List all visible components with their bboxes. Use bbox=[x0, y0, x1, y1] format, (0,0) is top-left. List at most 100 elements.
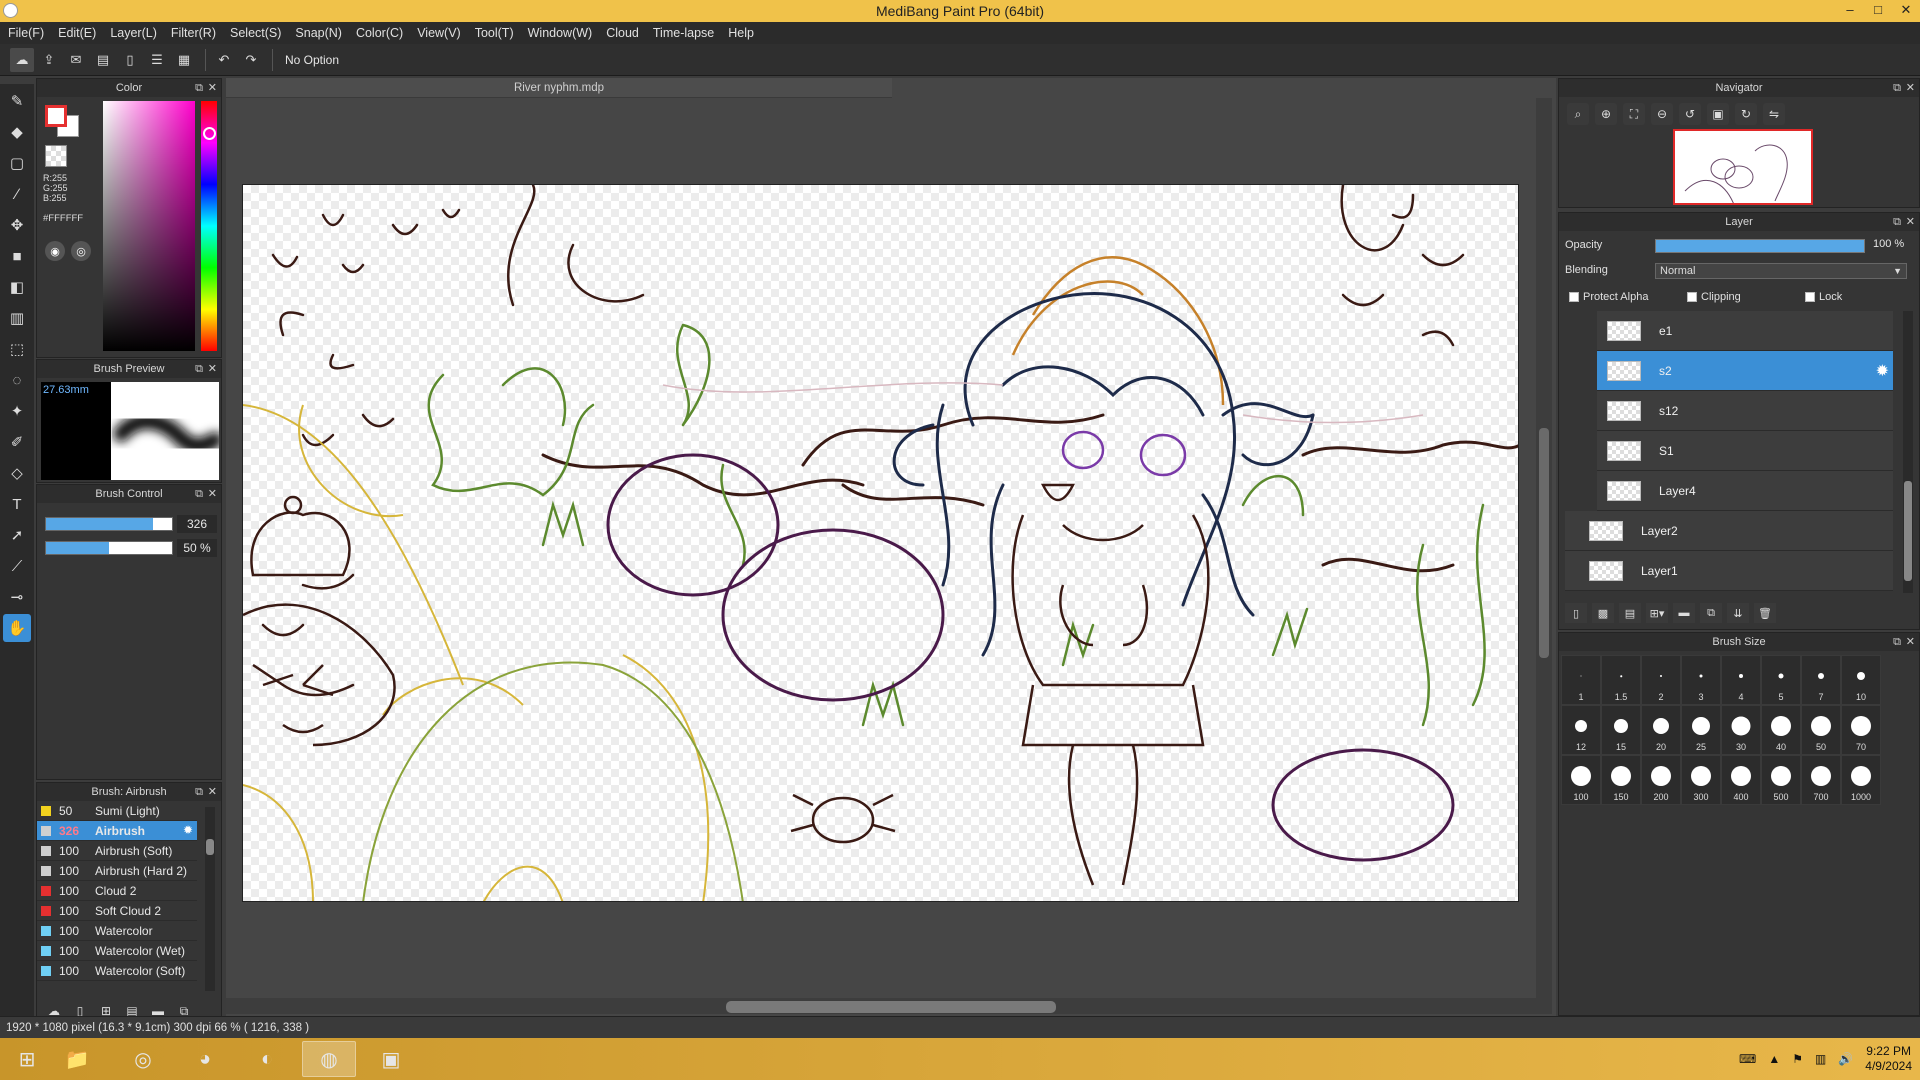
magic-wand-tool-icon[interactable]: ✦ bbox=[3, 397, 31, 425]
float-icon[interactable]: ⧉ bbox=[1893, 633, 1901, 651]
close-icon[interactable]: ✕ bbox=[208, 79, 217, 97]
transparent-color-swatch[interactable] bbox=[45, 145, 67, 167]
media-player-icon[interactable]: ◎ bbox=[116, 1041, 170, 1077]
layer-row[interactable]: s2 ✹ bbox=[1597, 351, 1893, 391]
drawing-canvas[interactable] bbox=[242, 184, 1519, 902]
menu-snap[interactable]: Snap(N) bbox=[291, 26, 352, 40]
new-8bit-layer-icon[interactable]: ▤ bbox=[1619, 603, 1641, 623]
bucket-tool-icon[interactable]: ◧ bbox=[3, 273, 31, 301]
menu-file[interactable]: File(F) bbox=[4, 26, 54, 40]
brush-tool-icon[interactable]: ✎ bbox=[3, 87, 31, 115]
move-tool-icon[interactable]: ✥ bbox=[3, 211, 31, 239]
gear-icon[interactable]: ✹ bbox=[1876, 361, 1889, 381]
list-icon[interactable]: ☰ bbox=[145, 48, 169, 72]
close-icon[interactable]: ✕ bbox=[208, 485, 217, 503]
close-button[interactable]: ✕ bbox=[1892, 0, 1920, 22]
brush-size-cell[interactable]: 30 bbox=[1721, 705, 1761, 755]
menu-help[interactable]: Help bbox=[724, 26, 764, 40]
brush-list-item[interactable]: 100 Cloud 2 bbox=[37, 881, 197, 901]
share-icon[interactable]: ⇪ bbox=[37, 48, 61, 72]
brush-list-item[interactable]: 100 Airbrush (Soft) bbox=[37, 841, 197, 861]
protect-alpha-checkbox[interactable]: Protect Alpha bbox=[1569, 291, 1648, 303]
menu-view[interactable]: View(V) bbox=[413, 26, 471, 40]
close-icon[interactable]: ✕ bbox=[1906, 79, 1915, 97]
layer-row[interactable]: Layer2 bbox=[1565, 511, 1893, 551]
grid-icon[interactable]: ▦ bbox=[172, 48, 196, 72]
clock[interactable]: 9:22 PM 4/9/2024 bbox=[1865, 1044, 1912, 1074]
menu-window[interactable]: Window(W) bbox=[524, 26, 603, 40]
lasso-tool-icon[interactable]: ◌ bbox=[3, 366, 31, 394]
brush-size-cell[interactable]: 200 bbox=[1641, 755, 1681, 805]
operation-tool-icon[interactable]: ➚ bbox=[3, 521, 31, 549]
color-history-icon[interactable]: ◎ bbox=[71, 241, 91, 261]
brush-size-cell[interactable]: 12 bbox=[1561, 705, 1601, 755]
volume-icon[interactable]: 🔊 bbox=[1838, 1052, 1853, 1066]
float-icon[interactable]: ⧉ bbox=[195, 783, 203, 801]
brush-size-cell[interactable]: 4 bbox=[1721, 655, 1761, 705]
blending-select[interactable]: Normal ▼ bbox=[1655, 263, 1907, 279]
brush-list-item[interactable]: 100 Soft Cloud 2 bbox=[37, 901, 197, 921]
duplicate-layer-icon[interactable]: ⧉ bbox=[1700, 603, 1722, 623]
menu-color[interactable]: Color(C) bbox=[352, 26, 413, 40]
brush-size-cell[interactable]: 2 bbox=[1641, 655, 1681, 705]
close-icon[interactable]: ✕ bbox=[208, 783, 217, 801]
rotate-left-icon[interactable]: ↺ bbox=[1679, 103, 1701, 125]
palette-icon[interactable]: ◉ bbox=[45, 241, 65, 261]
menu-tool[interactable]: Tool(T) bbox=[471, 26, 524, 40]
rotate-right-icon[interactable]: ↻ bbox=[1735, 103, 1757, 125]
brush-list-item[interactable]: 100 Watercolor bbox=[37, 921, 197, 941]
brush-size-cell[interactable]: 1000 bbox=[1841, 755, 1881, 805]
medibang-app-icon[interactable]: ◍ bbox=[302, 1041, 356, 1077]
brush-size-cell[interactable]: 10 bbox=[1841, 655, 1881, 705]
close-icon[interactable]: ✕ bbox=[1906, 213, 1915, 231]
keyboard-icon[interactable]: ⌨ bbox=[1739, 1052, 1756, 1066]
brush-size-cell[interactable]: 5 bbox=[1761, 655, 1801, 705]
brush-size-cell[interactable]: 15 bbox=[1601, 705, 1641, 755]
brush-list-item[interactable]: 326 Airbrush ✹ bbox=[37, 821, 197, 841]
comment-icon[interactable]: ✉ bbox=[64, 48, 88, 72]
layer-folder-icon[interactable]: ▬ bbox=[1673, 603, 1695, 623]
text-tool-icon[interactable]: T bbox=[3, 490, 31, 518]
brush-size-cell[interactable]: 300 bbox=[1681, 755, 1721, 805]
network-icon[interactable]: ▥ bbox=[1815, 1052, 1826, 1066]
zoom-out-icon[interactable]: ⊖ bbox=[1651, 103, 1673, 125]
brush-list-item[interactable]: 50 Sumi (Light) bbox=[37, 801, 197, 821]
foreground-color-swatch[interactable] bbox=[45, 105, 67, 127]
dot-pen-tool-icon[interactable]: ∕ bbox=[3, 180, 31, 208]
brush-list-scrollbar[interactable] bbox=[205, 807, 215, 991]
hand-tool-icon[interactable]: ✋ bbox=[3, 614, 31, 642]
brush-size-cell[interactable]: 40 bbox=[1761, 705, 1801, 755]
windows-start-icon[interactable]: ⊞ bbox=[0, 1041, 54, 1077]
zoom-icon[interactable]: ⌕ bbox=[1567, 103, 1589, 125]
gear-icon[interactable]: ✹ bbox=[183, 823, 193, 837]
flip-icon[interactable]: ⇋ bbox=[1763, 103, 1785, 125]
gradient-tool-icon[interactable]: ▥ bbox=[3, 304, 31, 332]
brush-size-cell[interactable]: 7 bbox=[1801, 655, 1841, 705]
document-tab[interactable]: River nyphm.mdp bbox=[226, 78, 892, 98]
float-icon[interactable]: ⧉ bbox=[1893, 79, 1901, 97]
layer-row[interactable]: Layer1 bbox=[1565, 551, 1893, 591]
layer-opacity-slider[interactable] bbox=[1655, 239, 1865, 253]
menu-filter[interactable]: Filter(R) bbox=[167, 26, 226, 40]
new-layer-icon[interactable]: ▯ bbox=[1565, 603, 1587, 623]
checkbox-box[interactable] bbox=[1569, 292, 1579, 302]
fill-rect-tool-icon[interactable]: ■ bbox=[3, 242, 31, 270]
select-pen-tool-icon[interactable]: ✐ bbox=[3, 428, 31, 456]
edge-browser-icon[interactable]: ◐ bbox=[240, 1041, 294, 1077]
brush-opacity-value[interactable]: 50 % bbox=[177, 539, 217, 557]
minimize-button[interactable]: – bbox=[1836, 0, 1864, 22]
brush-size-cell[interactable]: 50 bbox=[1801, 705, 1841, 755]
brush-size-cell[interactable]: 3 bbox=[1681, 655, 1721, 705]
brush-size-cell[interactable]: 700 bbox=[1801, 755, 1841, 805]
tray-expand-icon[interactable]: ▲ bbox=[1768, 1052, 1780, 1066]
brush-list-item[interactable]: 100 Watercolor (Soft) bbox=[37, 961, 197, 981]
cloud-icon[interactable]: ☁ bbox=[10, 47, 34, 72]
lock-checkbox[interactable]: Lock bbox=[1805, 291, 1842, 303]
layer-row[interactable]: S1 bbox=[1597, 431, 1893, 471]
select-tool-icon[interactable]: ⬚ bbox=[3, 335, 31, 363]
canvas-vertical-scrollbar[interactable] bbox=[1536, 98, 1552, 998]
layer-row[interactable]: Layer4 bbox=[1597, 471, 1893, 511]
brush-size-cell[interactable]: 400 bbox=[1721, 755, 1761, 805]
undo-icon[interactable]: ↶ bbox=[212, 48, 236, 72]
full-view-icon[interactable]: ▣ bbox=[1707, 103, 1729, 125]
